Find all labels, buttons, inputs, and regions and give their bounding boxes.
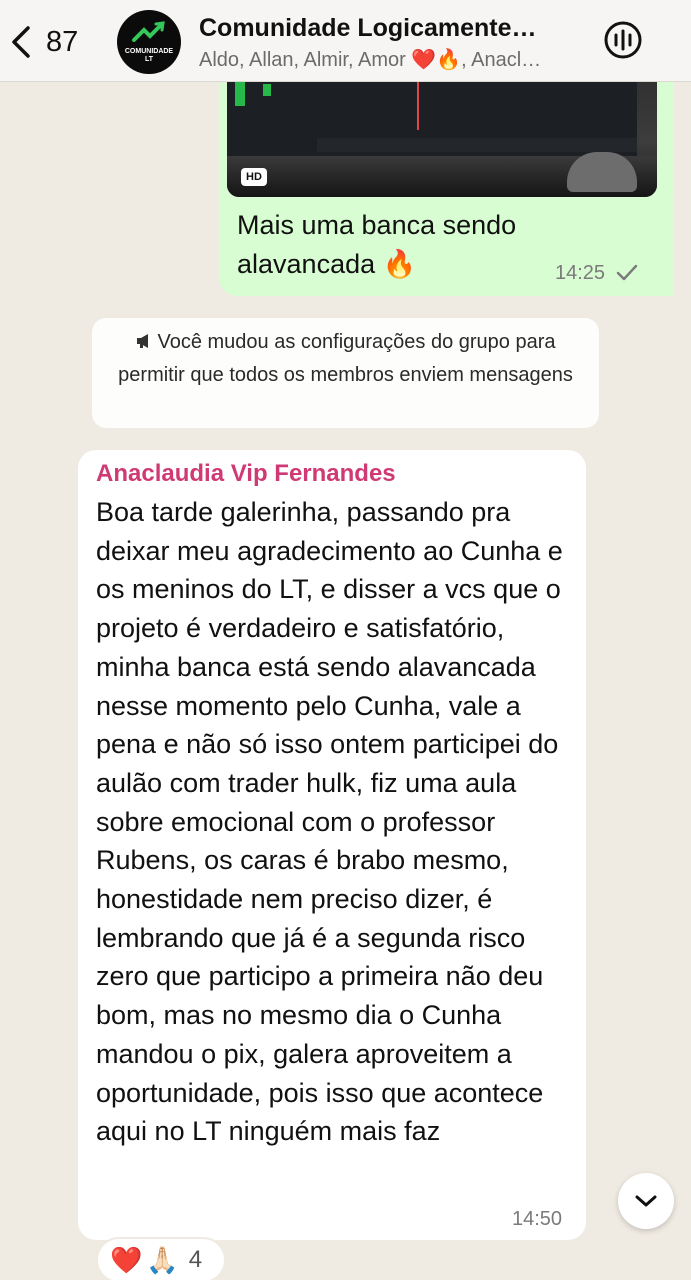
sender-name[interactable]: Anaclaudia Vip Fernandes [96, 460, 396, 488]
voice-chat-button[interactable] [603, 20, 643, 60]
back-button[interactable]: 87 [10, 22, 100, 62]
scroll-down-button[interactable] [618, 1173, 674, 1229]
reaction-count: 4 [188, 1246, 203, 1273]
chevron-left-icon [10, 25, 32, 59]
avatar-label: COMUNIDADE LT [124, 48, 174, 63]
group-members: Aldo, Allan, Almir, Amor ❤️🔥, Anacl… [199, 49, 542, 71]
logo-icon [132, 21, 165, 42]
chevron-down-icon [635, 1195, 657, 1207]
megaphone-icon [135, 327, 153, 359]
hd-badge: HD [241, 168, 267, 186]
media-detail [263, 84, 271, 96]
group-title: Comunidade Logicamente… [199, 14, 537, 42]
message-time: 14:25 [555, 262, 606, 284]
reactions-pill[interactable]: ❤️ 🙏🏻 4 [96, 1237, 226, 1280]
message-time: 14:50 [512, 1208, 563, 1230]
chat-header: 87 COMUNIDADE LT Comunidade Logicamente… … [0, 0, 691, 82]
group-avatar[interactable]: COMUNIDADE LT [117, 10, 181, 74]
incoming-message[interactable]: Anaclaudia Vip Fernandes Boa tarde galer… [78, 450, 586, 1240]
message-text: Boa tarde galerinha, passando pra deixar… [96, 497, 563, 1147]
group-info[interactable]: Comunidade Logicamente… Aldo, Allan, Alm… [199, 14, 591, 72]
reaction-heart: ❤️ [110, 1244, 143, 1275]
system-message: Você mudou as configurações do grupo par… [92, 318, 599, 428]
media-detail [317, 138, 637, 152]
unread-count: 87 [46, 25, 79, 58]
reaction-pray: 🙏🏻 [146, 1244, 179, 1275]
check-icon [616, 264, 638, 287]
media-detail [235, 80, 245, 106]
system-message-text: Você mudou as configurações do grupo par… [118, 331, 573, 386]
voice-chat-icon [604, 21, 642, 59]
message-text: Mais uma banca sendo alavancada 🔥 [237, 210, 517, 279]
outgoing-message[interactable]: HD Mais uma banca sendo alavancada 🔥 14:… [219, 60, 674, 296]
